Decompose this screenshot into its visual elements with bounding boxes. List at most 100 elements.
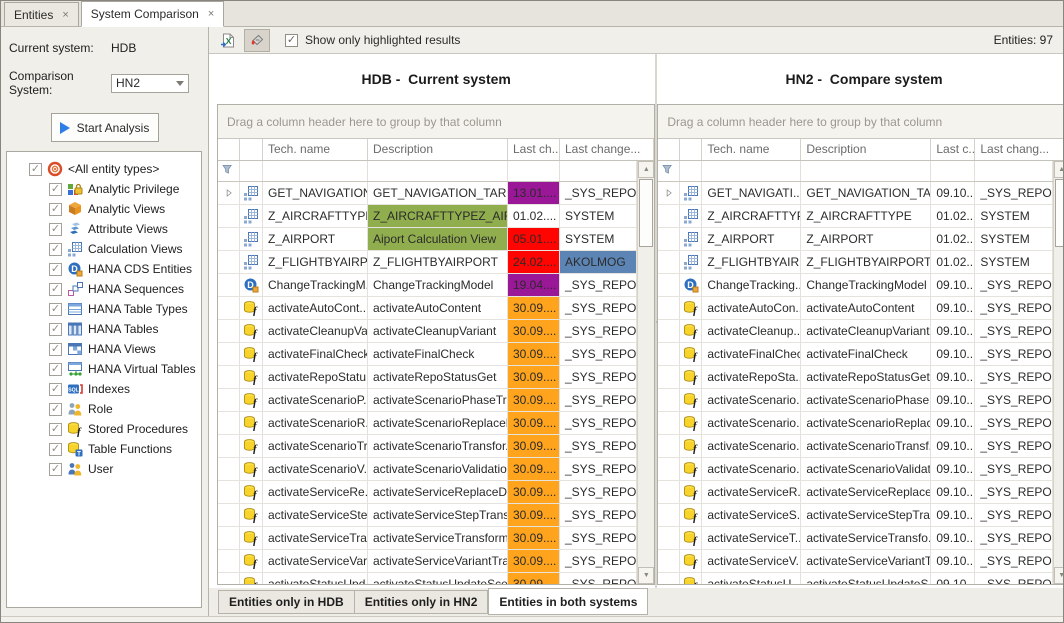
tree-item-checkbox[interactable]: ✓: [49, 383, 62, 396]
comparison-system-dropdown[interactable]: HN2: [111, 74, 189, 93]
tree-item-checkbox[interactable]: ✓: [49, 443, 62, 456]
tree-item[interactable]: ✓ Attribute Views: [7, 219, 201, 239]
filter-input[interactable]: [508, 161, 560, 181]
filter-input[interactable]: [680, 161, 702, 181]
column-header[interactable]: Tech. name: [263, 139, 368, 160]
tree-item[interactable]: ✓ HANA Virtual Tables: [7, 359, 201, 379]
tree-item-checkbox[interactable]: ✓: [49, 263, 62, 276]
tree-item[interactable]: ✓ User: [7, 459, 201, 479]
table-row[interactable]: f activateCleanupVa... activateCleanupVa…: [218, 320, 637, 343]
tab-system-comparison[interactable]: System Comparison ×: [81, 1, 224, 27]
column-header[interactable]: Description: [368, 139, 508, 160]
table-row[interactable]: f activateStatusU... activateStatusUpdat…: [658, 573, 1052, 585]
filter-input[interactable]: [263, 161, 368, 181]
filter-cell[interactable]: [658, 161, 680, 181]
filter-input[interactable]: [702, 161, 801, 181]
table-row[interactable]: f activateScenarioP... activateScenarioP…: [218, 389, 637, 412]
tree-item[interactable]: ✓ D HANA CDS Entities: [7, 259, 201, 279]
tree-item-checkbox[interactable]: ✓: [49, 243, 62, 256]
table-row[interactable]: Z_AIRPORT Aiport Calculation View 05.01.…: [218, 228, 637, 251]
tree-item[interactable]: ✓ f Stored Procedures: [7, 419, 201, 439]
tree-item[interactable]: ✓ Role: [7, 399, 201, 419]
hn2-group-by-bar[interactable]: Drag a column header here to group by th…: [658, 105, 1064, 139]
column-header[interactable]: [680, 139, 702, 160]
tab-entities-close-icon[interactable]: ×: [62, 9, 68, 21]
table-row[interactable]: f activateScenario... activateScenarioPh…: [658, 389, 1052, 412]
table-row[interactable]: f activateServiceR... activateServiceRep…: [658, 481, 1052, 504]
table-row[interactable]: Z_FLIGHTBYAIR... Z_FLIGHTBYAIRPORT 01.02…: [658, 251, 1052, 274]
tree-item[interactable]: ✓ Analytic Views: [7, 199, 201, 219]
start-analysis-button[interactable]: Start Analysis: [51, 113, 159, 142]
show-highlighted-checkbox[interactable]: ✓: [285, 34, 298, 47]
tree-item[interactable]: ✓ HANA Table Types: [7, 299, 201, 319]
table-row[interactable]: f activateCleanup... activateCleanupVari…: [658, 320, 1052, 343]
tree-item-checkbox[interactable]: ✓: [49, 283, 62, 296]
row-expander-icon[interactable]: [224, 188, 234, 198]
table-row[interactable]: GET_NAVIGATI... GET_NAVIGATION_TA... 09.…: [658, 182, 1052, 205]
tree-item[interactable]: ✓ Analytic Privilege: [7, 179, 201, 199]
hn2-scrollbar[interactable]: ▲ ▼: [1053, 161, 1064, 584]
table-row[interactable]: Z_AIRCRAFTTYPE Z_AIRCRAFTTYPE 01.02... S…: [658, 205, 1052, 228]
tree-item[interactable]: ✓ T Table Functions: [7, 439, 201, 459]
filter-input[interactable]: [368, 161, 508, 181]
tree-item-checkbox[interactable]: ✓: [49, 323, 62, 336]
bottom-tab-0[interactable]: Entities only in HDB: [218, 590, 355, 614]
table-row[interactable]: f activateServiceRe... activateServiceRe…: [218, 481, 637, 504]
export-to-excel-button[interactable]: X: [215, 29, 241, 52]
tab-system-comparison-close-icon[interactable]: ×: [208, 8, 214, 20]
tree-item-checkbox[interactable]: ✓: [49, 423, 62, 436]
tree-item-checkbox[interactable]: ✓: [49, 203, 62, 216]
filter-input[interactable]: [240, 161, 263, 181]
filter-input[interactable]: [975, 161, 1052, 181]
table-row[interactable]: f activateServiceVar... activateServiceV…: [218, 550, 637, 573]
tree-item[interactable]: ✓ HANA Views: [7, 339, 201, 359]
table-row[interactable]: f activateScenarioV... activateScenarioV…: [218, 458, 637, 481]
scrollbar-thumb[interactable]: [639, 179, 653, 247]
table-row[interactable]: D ChangeTrackingM... ChangeTrackingModel…: [218, 274, 637, 297]
table-row[interactable]: f activateScenarioTr... activateScenario…: [218, 435, 637, 458]
filter-input[interactable]: [931, 161, 975, 181]
filter-input[interactable]: [560, 161, 637, 181]
filter-cell[interactable]: [218, 161, 240, 181]
column-header[interactable]: Last chang...: [975, 139, 1064, 160]
scroll-up-icon[interactable]: ▲: [1054, 161, 1064, 178]
table-row[interactable]: f activateRepoSta... activateRepoStatusG…: [658, 366, 1052, 389]
column-header[interactable]: Description: [801, 139, 931, 160]
table-row[interactable]: Z_AIRCRAFTTYPE Z_AIRCRAFTTYPEZ_AIR... 01…: [218, 205, 637, 228]
table-row[interactable]: f activateScenarioR... activateScenarioR…: [218, 412, 637, 435]
table-row[interactable]: f activateScenario... activateScenarioRe…: [658, 412, 1052, 435]
tree-item-checkbox[interactable]: ✓: [29, 163, 42, 176]
column-header[interactable]: [218, 139, 240, 160]
column-header[interactable]: Last change...: [560, 139, 654, 160]
hdb-scrollbar[interactable]: ▲ ▼: [637, 161, 654, 584]
column-header[interactable]: [658, 139, 680, 160]
column-header[interactable]: [240, 139, 263, 160]
tree-item-checkbox[interactable]: ✓: [49, 183, 62, 196]
scrollbar-thumb[interactable]: [1055, 179, 1064, 247]
tree-item[interactable]: ✓ SQL Indexes: [7, 379, 201, 399]
tree-item-checkbox[interactable]: ✓: [49, 223, 62, 236]
scroll-down-icon[interactable]: ▼: [638, 567, 654, 584]
tree-item-checkbox[interactable]: ✓: [49, 463, 62, 476]
row-expander-icon[interactable]: [664, 188, 674, 198]
highlight-results-button[interactable]: [244, 29, 270, 52]
table-row[interactable]: f activateServiceT... activateServiceTra…: [658, 527, 1052, 550]
tree-item[interactable]: ✓ HANA Sequences: [7, 279, 201, 299]
column-header[interactable]: Tech. name: [702, 139, 801, 160]
column-header[interactable]: Last c...: [931, 139, 975, 160]
table-row[interactable]: f activateStatusUpd... activateStatusUpd…: [218, 573, 637, 585]
tree-item-checkbox[interactable]: ✓: [49, 303, 62, 316]
tree-item-checkbox[interactable]: ✓: [49, 363, 62, 376]
tree-item[interactable]: ✓ <All entity types>: [7, 159, 201, 179]
table-row[interactable]: f activateServiceTra... activateServiceT…: [218, 527, 637, 550]
tree-item[interactable]: ✓ Calculation Views: [7, 239, 201, 259]
table-row[interactable]: f activateAutoCon... activateAutoContent…: [658, 297, 1052, 320]
scroll-up-icon[interactable]: ▲: [638, 161, 654, 178]
table-row[interactable]: D ChangeTracking... ChangeTrackingModel …: [658, 274, 1052, 297]
table-row[interactable]: f activateServiceSte... activateServiceS…: [218, 504, 637, 527]
filter-input[interactable]: [801, 161, 931, 181]
table-row[interactable]: Z_AIRPORT Z_AIRPORT 01.02... SYSTEM: [658, 228, 1052, 251]
bottom-tab-1[interactable]: Entities only in HN2: [355, 590, 489, 614]
tree-item-checkbox[interactable]: ✓: [49, 403, 62, 416]
table-row[interactable]: f activateServiceV... activateServiceVar…: [658, 550, 1052, 573]
